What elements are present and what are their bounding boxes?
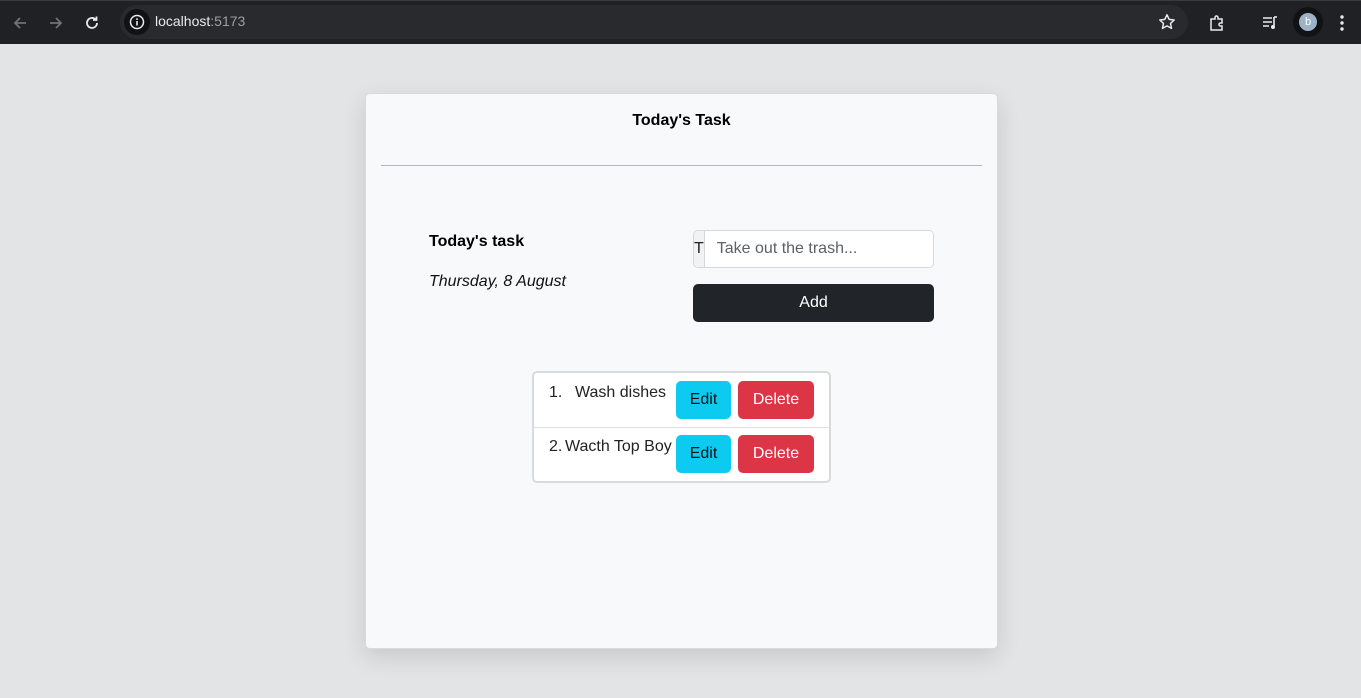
task-input[interactable]: [704, 231, 933, 267]
delete-button[interactable]: Delete: [738, 381, 814, 419]
address-bar[interactable]: localhost:5173: [120, 5, 1188, 39]
delete-button[interactable]: Delete: [738, 435, 814, 473]
section-heading: Today's task: [429, 233, 525, 250]
reload-icon[interactable]: [79, 10, 105, 36]
task-input-group: T: [693, 230, 934, 268]
task-text: Wacth Top Boy: [565, 438, 672, 455]
bookmark-star-icon[interactable]: [1158, 13, 1176, 36]
url-text: localhost:5173: [155, 13, 245, 29]
task-number: 1.: [549, 384, 563, 401]
profile-avatar[interactable]: b: [1293, 7, 1323, 37]
task-row: 2. Wacth Top Boy Edit Delete: [534, 427, 829, 482]
site-info-icon[interactable]: [124, 9, 150, 35]
browser-toolbar: localhost:5173 b: [0, 0, 1361, 44]
edit-button[interactable]: Edit: [676, 435, 731, 473]
url-host: localhost: [155, 13, 211, 29]
task-number: 2.: [549, 438, 563, 455]
edit-button[interactable]: Edit: [676, 381, 731, 419]
profile-initial: b: [1299, 13, 1317, 31]
title-divider: [381, 165, 982, 166]
input-prefix-label: T: [694, 231, 705, 267]
todo-card: Today's Task Today's task Thursday, 8 Au…: [365, 93, 998, 649]
task-list: 1. Wash dishes Edit Delete 2. Wacth Top …: [532, 371, 831, 483]
back-arrow-icon[interactable]: [7, 10, 33, 36]
page-title: Today's Task: [632, 112, 731, 129]
extensions-icon[interactable]: [1204, 10, 1230, 36]
menu-kebab-icon[interactable]: [1329, 10, 1355, 36]
url-port: :5173: [210, 13, 246, 29]
current-date: Thursday, 8 August: [429, 273, 566, 290]
task-text: Wash dishes: [575, 384, 666, 401]
forward-arrow-icon[interactable]: [43, 10, 69, 36]
media-controls-icon[interactable]: [1257, 10, 1283, 36]
task-row: 1. Wash dishes Edit Delete: [534, 373, 829, 427]
add-button[interactable]: Add: [693, 284, 934, 322]
